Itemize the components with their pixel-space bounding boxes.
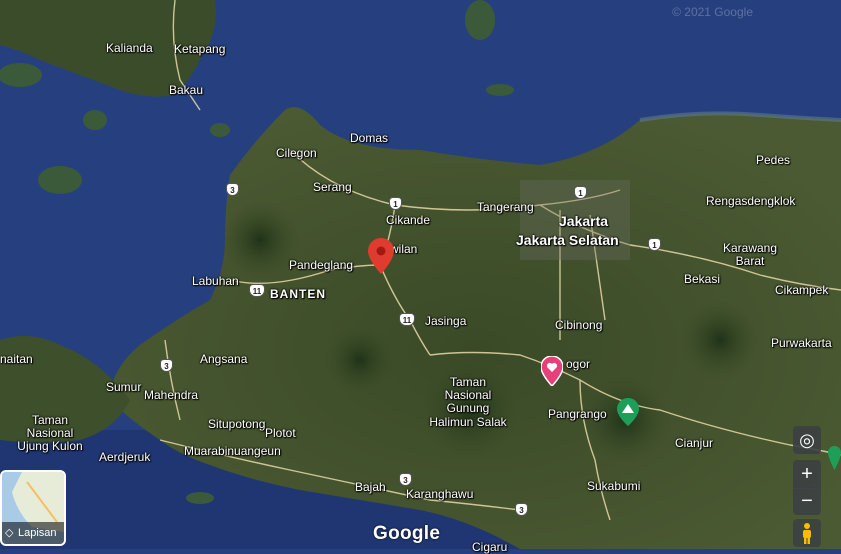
zoom-out-button[interactable]: − <box>793 487 821 515</box>
place-muarabinuangeun[interactable]: Muarabinuangeun <box>184 444 281 458</box>
layers-icon: ◇ <box>5 527 14 539</box>
place-sumur[interactable]: Sumur <box>106 380 141 394</box>
place-cibinong[interactable]: Cibinong <box>555 318 602 332</box>
island <box>83 110 107 130</box>
plus-icon: + <box>801 463 813 485</box>
place-labuhan[interactable]: Labuhan <box>192 274 239 288</box>
place-aerdjeruk[interactable]: Aerdjeruk <box>99 450 150 464</box>
place-bajah[interactable]: Bajah <box>355 480 386 494</box>
mountain <box>325 325 395 395</box>
place-pangrango[interactable]: Pangrango <box>548 407 607 421</box>
layers-button[interactable]: ◇ Lapisan <box>0 470 66 546</box>
place-pedes[interactable]: Pedes <box>756 153 790 167</box>
place-banten[interactable]: BANTEN <box>270 287 326 301</box>
red-location-pin[interactable] <box>368 238 394 274</box>
island <box>486 84 514 96</box>
place-cikande[interactable]: Cikande <box>386 213 430 227</box>
road-shield: 3 <box>160 359 173 372</box>
road-shield: 3 <box>399 473 412 486</box>
street-view-pegman-button[interactable] <box>793 519 821 547</box>
place-cigaru[interactable]: Cigaru <box>472 540 507 554</box>
place-taman-nasional-ujung-kulon[interactable]: Taman Nasional Ujung Kulon <box>17 413 82 454</box>
place-cikampek[interactable]: Cikampek <box>775 283 828 297</box>
minus-icon: − <box>801 490 813 512</box>
place-situpotong[interactable]: Situpotong <box>208 417 265 431</box>
road-shield: 11 <box>249 284 265 297</box>
road-shield: 3 <box>515 503 528 516</box>
layers-label-text: Lapisan <box>18 527 57 539</box>
place-bogor[interactable]: ogor <box>566 357 590 371</box>
island <box>186 492 214 504</box>
mountain <box>220 200 300 280</box>
google-logo: Google <box>373 523 441 544</box>
place-sukabumi[interactable]: Sukabumi <box>587 479 640 493</box>
island <box>38 166 82 194</box>
place-cianjur[interactable]: Cianjur <box>675 436 713 450</box>
road-shield: 1 <box>574 186 587 199</box>
place-naitan[interactable]: naitan <box>0 352 33 366</box>
place-angsana[interactable]: Angsana <box>200 352 247 366</box>
place-jakarta-selatan[interactable]: Jakarta Selatan <box>516 232 619 248</box>
place-karanghawu[interactable]: Karanghawu <box>406 487 473 501</box>
place-jakarta[interactable]: Jakarta <box>559 213 608 229</box>
place-jasinga[interactable]: Jasinga <box>425 314 466 328</box>
island <box>210 123 230 137</box>
layers-label: ◇ Lapisan <box>2 522 64 544</box>
place-tangerang[interactable]: Tangerang <box>477 200 534 214</box>
road-shield: 1 <box>389 197 402 210</box>
road-shield: 1 <box>648 238 661 251</box>
zoom-in-button[interactable]: + <box>793 460 821 489</box>
island <box>0 63 42 87</box>
road-shield: 11 <box>399 313 415 326</box>
place-domas[interactable]: Domas <box>350 131 388 145</box>
favorite-heart-pin[interactable] <box>541 356 563 386</box>
my-location-button[interactable]: ◎ <box>793 426 821 454</box>
place-rengasdengklok[interactable]: Rengasdengklok <box>706 194 795 208</box>
place-purwakarta[interactable]: Purwakarta <box>771 336 832 350</box>
place-cilegon[interactable]: Cilegon <box>276 146 317 160</box>
place-wilan[interactable]: wilan <box>390 242 417 256</box>
place-taman-nasional-gunung-halimun-salak[interactable]: Taman Nasional Gunung Halimun Salak <box>429 375 506 429</box>
crosshair-icon: ◎ <box>799 430 815 450</box>
island <box>465 0 495 40</box>
place-bekasi[interactable]: Bekasi <box>684 272 720 286</box>
pegman-icon <box>803 523 811 544</box>
place-serang[interactable]: Serang <box>313 180 352 194</box>
park-flag-icon[interactable] <box>828 446 841 470</box>
place-karawang-barat[interactable]: Karawang Barat <box>723 241 777 268</box>
place-pandeglang[interactable]: Pandeglang <box>289 258 353 272</box>
place-plotot[interactable]: Plotot <box>265 426 296 440</box>
road-shield: 3 <box>226 183 239 196</box>
mountain <box>680 300 760 380</box>
map-copyright: © 2021 Google <box>672 5 753 19</box>
park-mountain-icon[interactable] <box>617 398 639 426</box>
place-ketapang[interactable]: Ketapang <box>174 42 225 56</box>
place-kalianda[interactable]: Kalianda <box>106 41 153 55</box>
place-bakau[interactable]: Bakau <box>169 83 203 97</box>
place-mahendra[interactable]: Mahendra <box>144 388 198 402</box>
